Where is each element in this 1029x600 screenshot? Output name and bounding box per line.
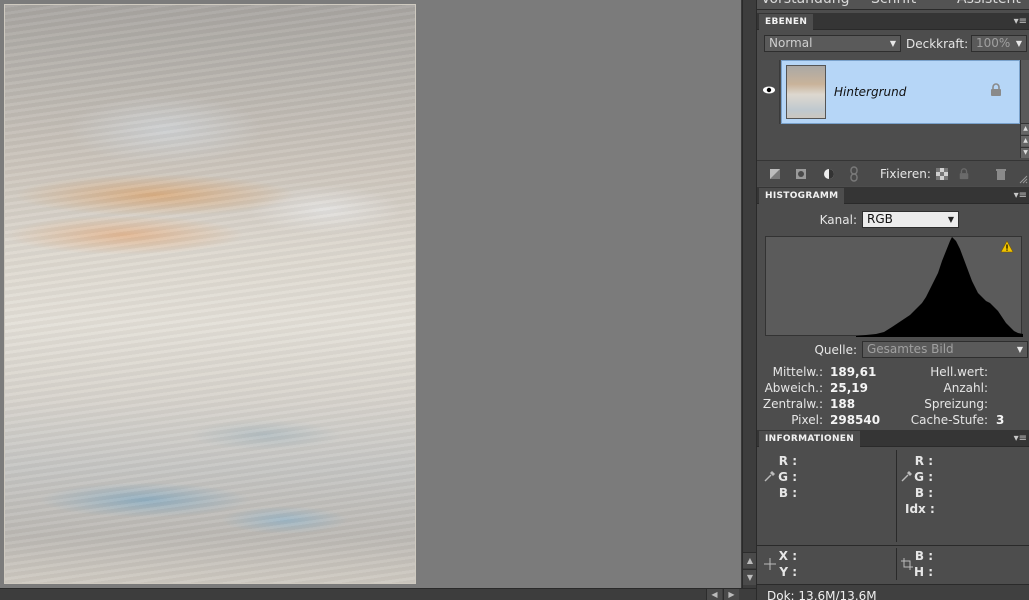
level-label: Hell.wert:	[930, 365, 988, 379]
eye-icon[interactable]	[762, 85, 776, 95]
info-x-label: X :	[778, 549, 797, 563]
warning-triangle-icon[interactable]	[1000, 240, 1014, 253]
source-label: Quelle:	[814, 343, 857, 357]
panel-dock: Vorstandung Schrift Assistent EBENEN ▾≡ …	[756, 0, 1029, 600]
info-idx-label: Idx :	[905, 502, 935, 516]
lock-transparency-icon[interactable]	[936, 168, 948, 180]
mean-value: 189,61	[830, 365, 877, 379]
layer-mask-icon[interactable]	[795, 168, 807, 180]
horizontal-scrollbar[interactable]: ◀ ▶	[0, 588, 756, 600]
new-layer-icon[interactable]	[769, 168, 781, 180]
pixels-label: Pixel:	[791, 413, 823, 427]
layers-panel-header: EBENEN ▾≡	[757, 13, 1029, 30]
info-r-label: R :	[778, 454, 797, 468]
adjustment-layer-icon[interactable]	[823, 168, 835, 180]
info-panel-header: INFORMATIONEN ▾≡	[757, 430, 1029, 447]
layer-thumbnail	[786, 65, 826, 119]
scroll-down-arrow-icon[interactable]: ▼	[1021, 147, 1029, 158]
info-w-label: B :	[914, 549, 933, 563]
source-value: Gesamtes Bild	[867, 342, 954, 356]
tab-schrift[interactable]: Schrift	[871, 0, 916, 9]
tab-vorstandung[interactable]: Vorstandung	[761, 0, 850, 9]
info-b2-label: B :	[914, 486, 933, 500]
histogram-graph	[765, 236, 1023, 337]
info-divider	[896, 450, 897, 542]
fixieren-label: Fixieren:	[880, 167, 931, 181]
opacity-label: Deckkraft:	[906, 37, 969, 51]
layer-row-hintergrund[interactable]: Hintergrund	[781, 60, 1020, 124]
percentile-label: Spreizung:	[924, 397, 988, 411]
layers-toolbar: Fixieren:	[757, 160, 1029, 186]
blend-mode-value: Normal	[769, 36, 813, 50]
panel-menu-icon[interactable]: ▾≡	[1014, 430, 1027, 447]
stddev-label: Abweich.:	[764, 381, 823, 395]
layers-panel-tab[interactable]: EBENEN	[759, 14, 814, 30]
scroll-down-arrow-icon[interactable]: ▼	[743, 569, 757, 585]
scroll-left-arrow-icon[interactable]: ◀	[706, 589, 722, 600]
histogram-shape	[856, 237, 1023, 337]
chevron-down-icon: ▼	[1016, 345, 1023, 354]
panel-menu-icon[interactable]: ▾≡	[1014, 13, 1027, 30]
top-tab-bar: Vorstandung Schrift Assistent	[757, 0, 1029, 10]
count-label: Anzahl:	[943, 381, 988, 395]
stddev-value: 25,19	[830, 381, 868, 395]
status-bar: Dok: 13,6M/13,6M	[757, 584, 1029, 600]
panel-menu-icon[interactable]: ▾≡	[1014, 187, 1027, 204]
info-b-label: B :	[778, 486, 797, 500]
chevron-down-icon: ▼	[889, 39, 896, 48]
lock-all-icon[interactable]	[958, 168, 970, 180]
tab-assistent[interactable]: Assistent	[957, 0, 1021, 9]
channel-value: RGB	[867, 212, 893, 226]
histogram-panel-tab[interactable]: HISTOGRAMM	[759, 188, 845, 204]
channel-select[interactable]: RGB ▼	[862, 211, 959, 228]
info-panel-tab[interactable]: INFORMATIONEN	[759, 431, 861, 447]
layer-name[interactable]: Hintergrund	[834, 85, 906, 99]
artwork-image[interactable]	[4, 4, 416, 584]
link-layers-icon[interactable]	[849, 166, 859, 182]
chevron-down-icon: ▼	[1015, 39, 1022, 48]
median-value: 188	[830, 397, 856, 411]
chevron-down-icon: ▼	[947, 215, 954, 224]
layers-scrollbar[interactable]: ▲ ▲ ▼	[1020, 60, 1029, 158]
info-divider	[896, 548, 897, 580]
opacity-value: 100%	[976, 36, 1011, 50]
info-g2-label: G :	[914, 470, 933, 484]
trash-icon[interactable]	[995, 168, 1007, 180]
scroll-up-arrow-icon[interactable]: ▲	[1021, 123, 1029, 134]
info-y-label: Y :	[779, 565, 797, 579]
pixels-value: 298540	[830, 413, 881, 427]
cache-level-value: 3	[996, 413, 1005, 427]
blend-mode-select[interactable]: Normal ▼	[764, 35, 901, 52]
median-label: Zentralw.:	[762, 397, 823, 411]
info-h-label: H :	[913, 565, 933, 579]
scroll-right-arrow-icon[interactable]: ▶	[723, 589, 739, 600]
channel-label: Kanal:	[819, 213, 857, 227]
document-canvas-area[interactable]	[0, 0, 742, 588]
info-r2-label: R :	[914, 454, 933, 468]
layer-visibility-toggle[interactable]	[758, 60, 780, 124]
scroll-down-arrow-icon[interactable]: ▲	[1021, 135, 1029, 146]
mean-label: Mittelw.:	[772, 365, 823, 379]
info-g-label: G :	[778, 470, 797, 484]
cache-level-label: Cache-Stufe:	[910, 413, 988, 427]
vertical-scrollbar[interactable]: ▲ ▼	[742, 0, 757, 588]
resize-grip-icon[interactable]	[1019, 175, 1028, 184]
document-size-status: Dok: 13,6M/13,6M	[767, 589, 877, 600]
scroll-up-arrow-icon[interactable]: ▲	[743, 552, 757, 568]
opacity-field[interactable]: 100% ▼	[971, 35, 1027, 52]
histogram-panel-header: HISTOGRAMM ▾≡	[757, 187, 1029, 204]
source-select[interactable]: Gesamtes Bild ▼	[862, 341, 1028, 358]
lock-icon	[991, 83, 1001, 96]
info-divider	[757, 545, 1029, 546]
